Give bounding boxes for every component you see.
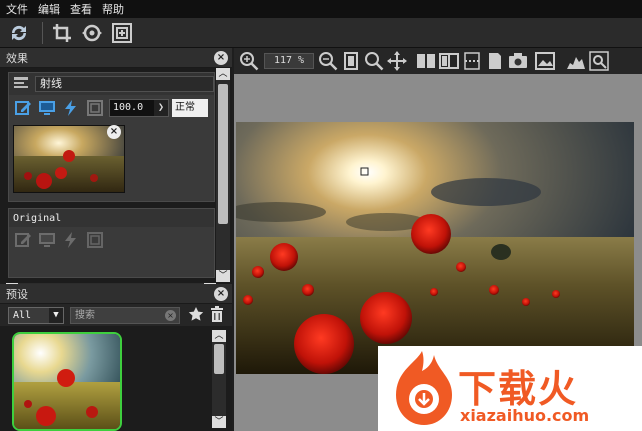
split-view-icon[interactable] bbox=[415, 50, 437, 72]
scrollbar-thumb[interactable] bbox=[218, 84, 228, 224]
blend-mode-select[interactable]: 正常 bbox=[172, 99, 208, 117]
effect-card-header: Original bbox=[9, 209, 214, 227]
effects-panel-title: 效果 bbox=[6, 51, 28, 65]
monitor-icon[interactable] bbox=[37, 230, 57, 250]
watermark-logo: 下载火 xiazaihuo.com bbox=[378, 346, 642, 431]
effect-name-field[interactable]: 射线 bbox=[35, 76, 214, 92]
toolbar-separator bbox=[42, 21, 43, 44]
navigator-icon[interactable] bbox=[588, 50, 610, 72]
search-input[interactable]: 搜索 × bbox=[70, 306, 180, 324]
preset-thumbnail[interactable] bbox=[12, 332, 122, 431]
histogram-icon[interactable] bbox=[565, 50, 587, 72]
mask-icon[interactable] bbox=[85, 98, 105, 118]
chevron-right-icon[interactable]: ❯ bbox=[154, 100, 168, 116]
mask-icon[interactable] bbox=[85, 230, 105, 250]
opacity-value-field[interactable]: 100.0 ❯ bbox=[109, 99, 169, 117]
effects-list: 射线 100.0 ❯ 正常 × Original ︿ ﹀ bbox=[0, 68, 232, 295]
zoom-in-icon[interactable] bbox=[238, 50, 260, 72]
chevron-down-icon[interactable]: ﹀ bbox=[212, 416, 226, 428]
chevron-down-icon[interactable]: ﹀ bbox=[216, 270, 230, 282]
horizontal-split-icon[interactable] bbox=[461, 50, 483, 72]
close-icon[interactable]: × bbox=[214, 50, 228, 65]
clear-icon[interactable]: × bbox=[165, 309, 176, 321]
image-icon[interactable] bbox=[534, 50, 556, 72]
search-placeholder: 搜索 bbox=[75, 309, 95, 321]
effect-tools: 100.0 ❯ 正常 bbox=[9, 95, 214, 121]
refresh-icon[interactable] bbox=[6, 21, 32, 45]
compare-view-icon[interactable] bbox=[438, 50, 460, 72]
crop-icon[interactable] bbox=[49, 21, 75, 45]
lightning-icon[interactable] bbox=[61, 230, 81, 250]
chevron-up-icon[interactable]: ︿ bbox=[216, 68, 230, 80]
presets-panel-title: 预设 bbox=[6, 287, 28, 301]
single-view-icon[interactable] bbox=[484, 50, 506, 72]
menu-edit[interactable]: 编辑 bbox=[38, 1, 60, 17]
lightning-icon[interactable] bbox=[61, 98, 81, 118]
menu-view[interactable]: 查看 bbox=[70, 1, 92, 17]
scrollbar-thumb[interactable] bbox=[214, 344, 224, 374]
fit-page-icon[interactable] bbox=[340, 50, 362, 72]
presets-panel: 预设 × All ▼ 搜索 × ︿ ﹀ bbox=[0, 284, 232, 431]
layers-icon[interactable] bbox=[13, 76, 29, 93]
effects-vertical-scrollbar[interactable]: ︿ ﹀ bbox=[216, 68, 230, 282]
main-toolbar bbox=[0, 18, 642, 48]
trash-icon[interactable] bbox=[210, 305, 224, 325]
camera-icon[interactable] bbox=[507, 50, 529, 72]
watermark-brand-en: xiazaihuo.com bbox=[460, 406, 590, 425]
monitor-icon[interactable] bbox=[37, 98, 57, 118]
watermark-brand-cn: 下载火 bbox=[458, 367, 579, 411]
presets-filter-bar: All ▼ 搜索 × bbox=[0, 304, 232, 326]
remove-effect-icon[interactable]: × bbox=[107, 125, 121, 139]
photo-preview[interactable] bbox=[236, 122, 634, 374]
opacity-value: 100.0 bbox=[113, 102, 144, 113]
fit-icon[interactable] bbox=[109, 21, 135, 45]
chevron-down-icon[interactable]: ▼ bbox=[49, 307, 63, 323]
star-icon[interactable] bbox=[188, 306, 204, 325]
close-icon[interactable]: × bbox=[214, 286, 228, 301]
edit-effect-icon[interactable] bbox=[13, 98, 33, 118]
edit-effect-icon[interactable] bbox=[13, 230, 33, 250]
presets-vertical-scrollbar[interactable]: ︿ ﹀ bbox=[212, 330, 226, 428]
zoom-level[interactable]: 117 % bbox=[264, 53, 314, 69]
category-select[interactable]: All ▼ bbox=[8, 306, 64, 324]
chevron-up-icon[interactable]: ︿ bbox=[212, 330, 226, 342]
effect-tools bbox=[9, 227, 214, 253]
presets-panel-header: 预设 × bbox=[0, 284, 232, 304]
effect-name-label: Original bbox=[13, 212, 62, 224]
effect-card-rays[interactable]: 射线 100.0 ❯ 正常 × bbox=[8, 72, 215, 202]
effects-panel-header: 效果 × bbox=[0, 48, 232, 68]
effect-card-original[interactable]: Original bbox=[8, 208, 215, 278]
rotate-icon[interactable] bbox=[79, 21, 105, 45]
effect-card-header: 射线 bbox=[9, 73, 214, 95]
left-panel: 效果 × 射线 100.0 ❯ 正常 × Original ︿ ﹀ 预设 × A… bbox=[0, 48, 232, 431]
view-toolbar: 117 % bbox=[234, 48, 642, 74]
flame-logo-icon bbox=[396, 351, 452, 425]
zoom-out-icon[interactable] bbox=[317, 50, 339, 72]
pan-icon[interactable] bbox=[386, 50, 408, 72]
menu-bar: 文件 编辑 查看 帮助 bbox=[0, 0, 642, 18]
menu-help[interactable]: 帮助 bbox=[102, 1, 124, 17]
category-value: All bbox=[13, 309, 32, 321]
menu-file[interactable]: 文件 bbox=[6, 1, 28, 17]
magnifier-icon[interactable] bbox=[363, 50, 385, 72]
